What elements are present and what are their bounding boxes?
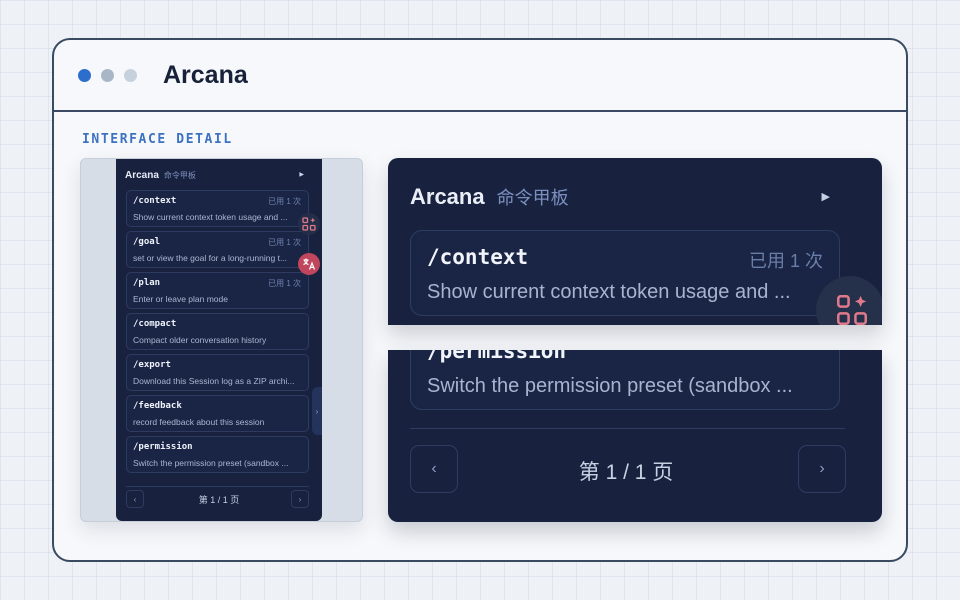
palette-subtitle: 命令甲板 [496,188,569,208]
window-title: Arcana [163,60,248,89]
command-name: /plan [133,278,161,288]
command-item-permission[interactable]: /permission Switch the permission preset… [126,436,309,473]
command-description: Show current context token usage and ... [133,212,288,222]
command-description: Show current context token usage and ... [427,281,791,303]
command-name: /goal [133,237,161,247]
command-item-context[interactable]: /context 已用 1 次 Show current context tok… [410,230,840,316]
command-name: /context [427,245,529,269]
command-item-context[interactable]: /context 已用 1 次 Show current context tok… [126,190,309,227]
command-name: /context [133,196,177,206]
palette-header: Arcana 命令甲板 [125,170,196,181]
usage-count: 已用 1 次 [268,197,301,206]
usage-count: 已用 1 次 [748,251,823,271]
triangle-right-icon[interactable]: ▶ [822,190,830,203]
pagination-divider [410,428,845,429]
command-name: /compact [133,319,177,329]
window-frame: Arcana INTERFACE DETAIL Arcana 命令甲板 ▶ /c… [52,38,908,562]
palette-subtitle: 命令甲板 [163,171,196,180]
zoom-detail-top: Arcana 命令甲板 ▶ /context 已用 1 次 Show curre… [388,158,882,325]
window-dot-gray [101,68,114,82]
triangle-right-icon[interactable]: ▶ [299,171,304,178]
zoom-detail-bottom: /permission Switch the permission preset… [388,350,882,522]
command-description: set or view the goal for a long-running … [133,253,288,263]
next-page-button[interactable]: › [798,445,846,493]
command-item-goal[interactable]: /goal 已用 1 次 set or view the goal for a … [126,231,309,268]
palette-title: Arcana [410,184,485,209]
command-description: Enter or leave plan mode [133,294,228,304]
apps-sparkle-icon[interactable] [298,213,320,235]
command-palette: Arcana 命令甲板 ▶ /context 已用 1 次 Show curre… [116,159,322,521]
usage-count: 已用 1 次 [268,279,301,288]
command-description: Compact older conversation history [133,335,267,345]
command-description: Switch the permission preset (sandbox ..… [427,375,793,397]
command-item-export[interactable]: /export Download this Session log as a Z… [126,354,309,391]
page-indicator: 第 1 / 1 页 [578,461,674,484]
command-description: Download this Session log as a ZIP archi… [133,376,295,386]
command-item-plan[interactable]: /plan 已用 1 次 Enter or leave plan mode [126,272,309,309]
command-item-feedback[interactable]: /feedback record feedback about this ses… [126,395,309,432]
next-page-button[interactable]: › [291,490,309,508]
command-description: Switch the permission preset (sandbox ..… [133,458,289,468]
command-name: /feedback [133,401,182,411]
pagination-divider [126,486,309,487]
usage-count: 已用 1 次 [268,238,301,247]
command-name: /permission [133,442,193,452]
command-item-permission[interactable]: /permission Switch the permission preset… [410,350,840,410]
side-handle[interactable]: › [312,387,322,435]
palette-thumbnail: Arcana 命令甲板 ▶ /context 已用 1 次 Show curre… [80,158,363,522]
window-dot-light [124,68,137,82]
translate-icon[interactable] [298,253,320,275]
command-name: /export [133,360,171,370]
section-label: INTERFACE DETAIL [82,132,233,147]
palette-title: Arcana [125,170,159,181]
window-dot-blue [78,68,91,82]
window-header: Arcana [54,40,906,112]
command-item-compact[interactable]: /compact Compact older conversation hist… [126,313,309,350]
command-description: record feedback about this session [133,417,265,427]
command-name: /permission [427,350,567,363]
palette-header: Arcana 命令甲板 [410,184,569,210]
